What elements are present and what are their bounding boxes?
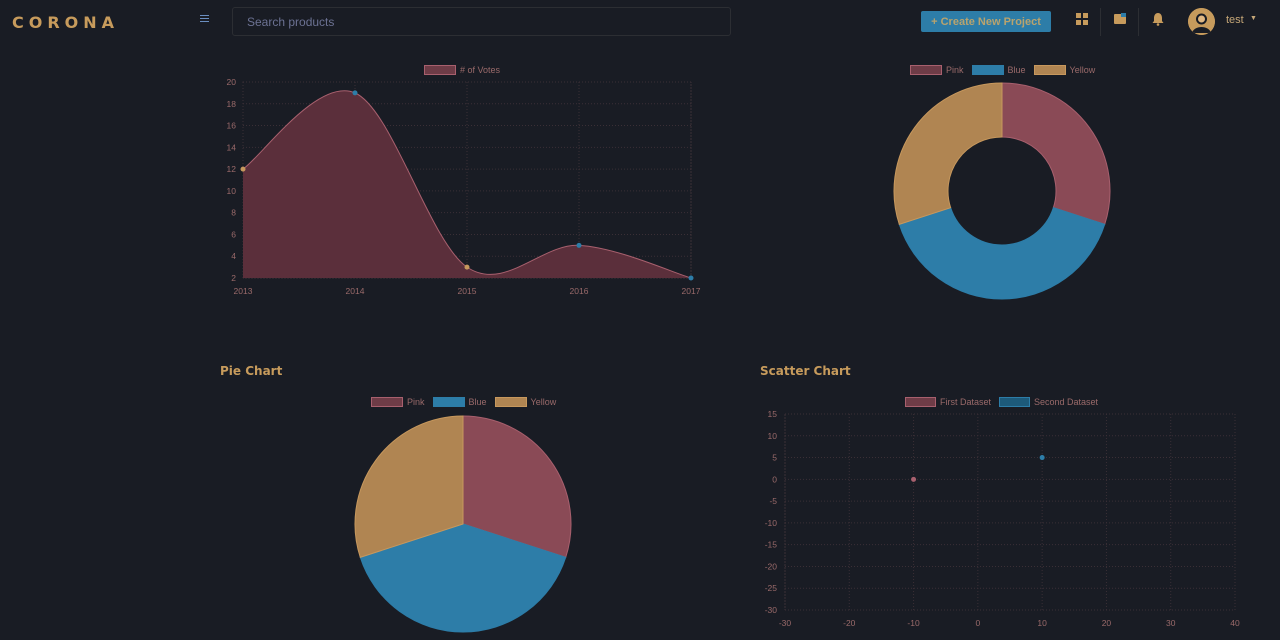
legend-label: Yellow xyxy=(530,397,557,407)
top-navbar: CORONA + Create New Project test ▼ xyxy=(0,0,1280,44)
legend-item[interactable]: Pink xyxy=(371,397,425,407)
doughnut-chart-legend: Pink Blue Yellow xyxy=(910,65,1103,75)
data-point xyxy=(464,264,470,270)
plot-border xyxy=(784,413,1236,611)
x-tick-label: 2017 xyxy=(682,286,701,296)
legend-item[interactable]: Yellow xyxy=(494,397,557,407)
y-tick-label: 16 xyxy=(227,121,237,131)
y-tick-label: 4 xyxy=(231,251,236,261)
scatter-chart-title: Scatter Chart xyxy=(760,364,851,378)
legend-label: Pink xyxy=(407,397,425,407)
y-tick-label: 10 xyxy=(227,186,237,196)
scatter-chart: 15 10 5 0 -5 -10 -15 -20 -25 -30-30 -20 -10 0 10 20 30 4… xyxy=(765,409,1240,628)
y-tick-label: 20 xyxy=(227,77,237,87)
y-tick-label: 14 xyxy=(227,142,237,152)
legend-label: Blue xyxy=(468,397,487,407)
x-tick-label: -20 xyxy=(843,618,856,628)
pie-chart-legend: Pink Blue Yellow xyxy=(371,397,564,407)
y-tick-label: 15 xyxy=(768,409,778,419)
legend-swatch xyxy=(1033,65,1066,75)
area-chart-legend: # of Votes xyxy=(424,65,508,75)
chevron-down-icon[interactable]: ▼ xyxy=(1250,15,1257,22)
legend-item[interactable]: Blue xyxy=(432,397,487,407)
legend-swatch xyxy=(494,397,527,407)
legend-label: Yellow xyxy=(1069,65,1096,75)
legend-swatch xyxy=(971,65,1004,75)
navbar-divider xyxy=(1100,8,1101,36)
x-tick-label: 2015 xyxy=(458,286,477,296)
y-tick-label: -5 xyxy=(769,496,777,506)
data-point xyxy=(688,275,694,281)
y-tick-label: 10 xyxy=(768,431,778,441)
data-point xyxy=(240,166,246,172)
messages-icon[interactable] xyxy=(1113,12,1127,26)
data-point xyxy=(352,90,358,96)
y-tick-label: 0 xyxy=(772,474,777,484)
y-tick-label: -15 xyxy=(765,540,778,550)
legend-item[interactable]: Yellow xyxy=(1033,65,1096,75)
area-chart: 2 4 6 8 10 12 14 16 18 20 2013 2014 2015 2016 2017 xyxy=(227,77,701,296)
user-avatar[interactable] xyxy=(1188,8,1215,35)
x-tick-label: 2016 xyxy=(570,286,589,296)
pie-chart xyxy=(354,415,572,633)
legend-label: Pink xyxy=(946,65,964,75)
y-tick-label: 2 xyxy=(231,273,236,283)
x-tick-label: 2013 xyxy=(234,286,253,296)
legend-swatch xyxy=(432,397,465,407)
menu-toggle-icon[interactable] xyxy=(200,13,214,27)
y-tick-label: 18 xyxy=(227,99,237,109)
user-name[interactable]: test xyxy=(1226,14,1244,26)
y-tick-label: -20 xyxy=(765,561,778,571)
search-input[interactable] xyxy=(232,7,731,36)
y-tick-label: -25 xyxy=(765,583,778,593)
navbar-divider xyxy=(1138,8,1139,36)
data-point xyxy=(576,242,582,248)
slice-yellow xyxy=(893,82,1003,226)
y-tick-label: 8 xyxy=(231,208,236,218)
legend-item[interactable]: Blue xyxy=(971,65,1026,75)
data-point xyxy=(1039,455,1045,461)
y-tick-label: 6 xyxy=(231,229,236,239)
apps-grid-icon[interactable] xyxy=(1075,12,1089,26)
y-tick-label: -30 xyxy=(765,605,778,615)
y-tick-label: 5 xyxy=(772,453,777,463)
bell-icon[interactable] xyxy=(1151,12,1165,26)
x-tick-label: -30 xyxy=(779,618,792,628)
legend-item[interactable]: # of Votes xyxy=(424,65,500,75)
slice-pink xyxy=(1001,82,1111,226)
x-tick-label: 10 xyxy=(1037,618,1047,628)
legend-item[interactable]: Pink xyxy=(910,65,964,75)
brand-logo[interactable]: CORONA xyxy=(12,13,119,32)
pie-chart-title: Pie Chart xyxy=(220,364,283,378)
x-tick-label: 20 xyxy=(1102,618,1112,628)
legend-label: Blue xyxy=(1007,65,1026,75)
legend-label: # of Votes xyxy=(460,65,501,75)
legend-swatch xyxy=(910,65,942,75)
x-tick-label: 30 xyxy=(1166,618,1176,628)
x-tick-label: 0 xyxy=(975,618,980,628)
doughnut-chart xyxy=(893,82,1111,300)
x-tick-label: 40 xyxy=(1230,618,1240,628)
x-tick-label: 2014 xyxy=(346,286,365,296)
y-tick-label: 12 xyxy=(227,164,237,174)
x-tick-label: -10 xyxy=(907,618,920,628)
slice-blue xyxy=(898,207,1106,300)
legend-swatch xyxy=(371,397,403,407)
create-new-project-button[interactable]: + Create New Project xyxy=(921,11,1051,32)
data-point xyxy=(911,476,917,482)
legend-swatch xyxy=(424,65,456,75)
y-tick-label: -10 xyxy=(765,518,778,528)
